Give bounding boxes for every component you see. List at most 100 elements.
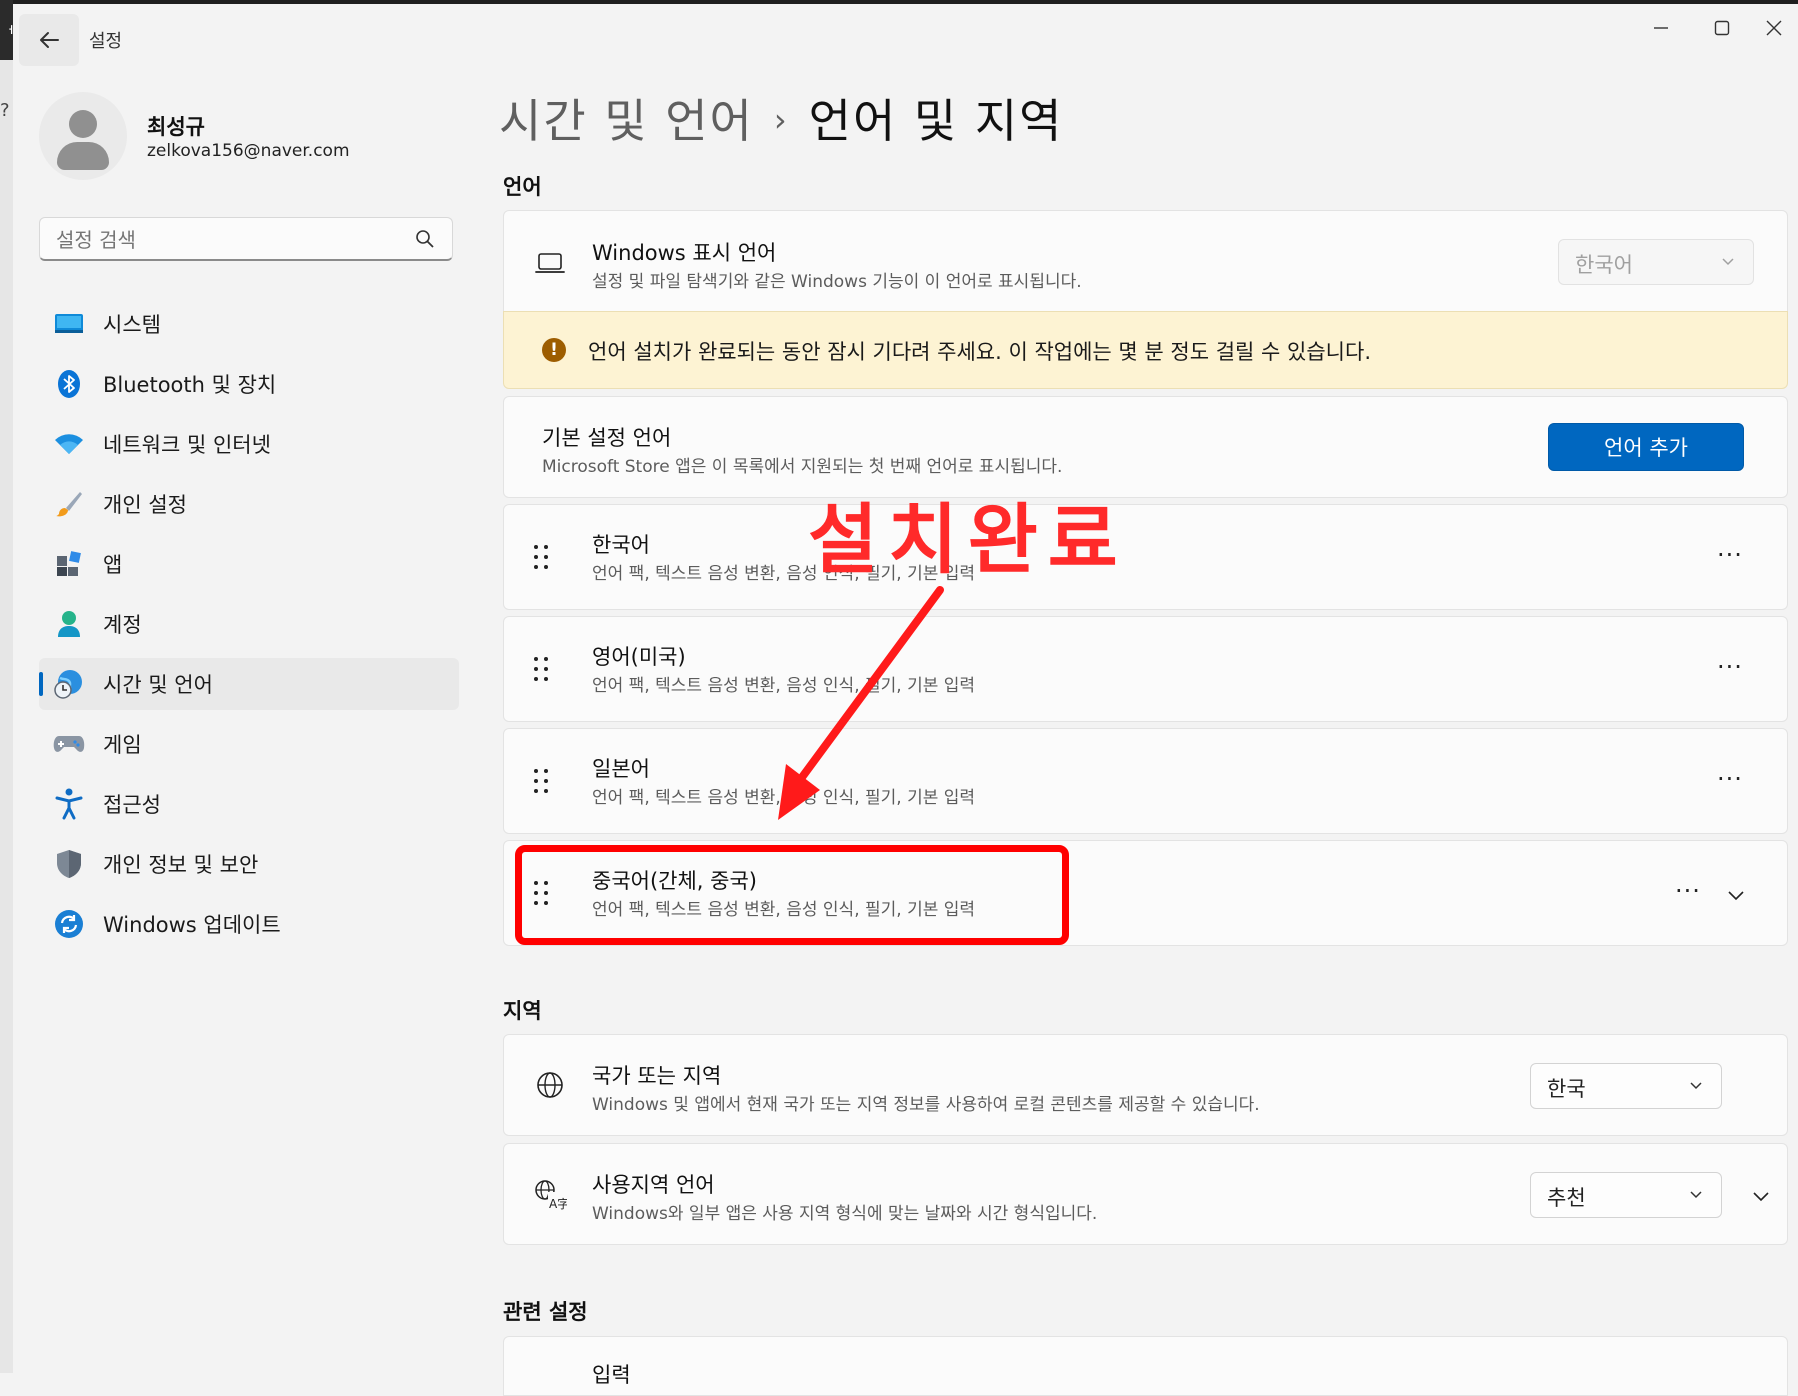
user-name: 최성규 <box>147 115 205 139</box>
preferred-languages-card: 기본 설정 언어 Microsoft Store 앱은 이 목록에서 지원되는 … <box>503 396 1788 498</box>
add-language-button[interactable]: 언어 추가 <box>1548 423 1744 471</box>
avatar[interactable] <box>39 92 127 180</box>
app-title: 설정 <box>89 31 123 52</box>
chevron-down-icon <box>1722 258 1734 266</box>
regional-format-title: 사용지역 언어 <box>592 1173 715 1197</box>
chevron-down-icon <box>1690 1191 1702 1199</box>
warning-text: 언어 설치가 완료되는 동안 잠시 기다려 주세요. 이 작업에는 몇 분 정도… <box>588 340 1372 364</box>
preferred-languages-title: 기본 설정 언어 <box>542 426 672 450</box>
wifi-icon <box>53 428 85 460</box>
language-features: 언어 팩, 텍스트 음성 변환, 음성 인식, 필기, 기본 입력 <box>592 676 976 696</box>
svg-text:A字: A字 <box>549 1196 567 1210</box>
drag-handle-icon[interactable] <box>532 545 552 571</box>
globe-icon <box>532 1067 568 1103</box>
window-top-border <box>13 0 1798 4</box>
brush-icon <box>53 488 85 520</box>
sidebar-nav: 시스템 Bluetooth 및 장치 네트워크 및 인터넷 개인 설정 앱 계정… <box>39 298 459 958</box>
sidebar-item-system[interactable]: 시스템 <box>39 298 459 350</box>
avatar-body <box>57 142 109 170</box>
background-window-glyph-2: ? <box>0 100 10 121</box>
minimize-icon <box>1654 27 1668 29</box>
more-options-button[interactable]: ··· <box>1710 765 1750 795</box>
breadcrumb-parent[interactable]: 시간 및 언어 <box>499 94 754 148</box>
sidebar-item-label: 네트워크 및 인터넷 <box>103 433 271 457</box>
maximize-icon <box>1714 20 1730 36</box>
language-name: 한국어 <box>592 533 650 557</box>
sidebar-item-label: Windows 업데이트 <box>103 913 281 937</box>
avatar-head <box>69 110 97 138</box>
country-region-value: 한국 <box>1547 1077 1586 1101</box>
close-icon <box>1766 20 1782 36</box>
sidebar-item-personalization[interactable]: 개인 설정 <box>39 478 459 530</box>
accessibility-icon <box>53 788 85 820</box>
language-section-heading: 언어 <box>503 175 542 199</box>
sidebar-item-label: 개인 정보 및 보안 <box>103 853 259 877</box>
region-section-heading: 지역 <box>503 999 542 1023</box>
settings-search[interactable] <box>39 217 453 261</box>
search-icon[interactable] <box>414 228 436 250</box>
sidebar-item-accounts[interactable]: 계정 <box>39 598 459 650</box>
display-language-title: Windows 표시 언어 <box>592 241 777 265</box>
drag-handle-icon[interactable] <box>532 769 552 795</box>
related-setting-typing[interactable]: 입력 <box>503 1336 1788 1396</box>
apps-icon <box>53 548 85 580</box>
sidebar-item-network[interactable]: 네트워크 및 인터넷 <box>39 418 459 470</box>
sidebar-item-privacy[interactable]: 개인 정보 및 보안 <box>39 838 459 890</box>
bluetooth-icon <box>53 368 85 400</box>
drag-handle-icon[interactable] <box>532 657 552 683</box>
more-options-button[interactable]: ··· <box>1668 877 1708 907</box>
language-features: 언어 팩, 텍스트 음성 변환, 음성 인식, 필기, 기본 입력 <box>592 788 976 808</box>
display-language-description: 설정 및 파일 탐색기와 같은 Windows 기능이 이 언어로 표시됩니다. <box>592 272 1082 292</box>
search-input[interactable] <box>54 227 398 253</box>
sidebar-item-apps[interactable]: 앱 <box>39 538 459 590</box>
sidebar-item-bluetooth[interactable]: Bluetooth 및 장치 <box>39 358 459 410</box>
country-region-dropdown[interactable]: 한국 <box>1530 1063 1722 1109</box>
chevron-down-icon[interactable] <box>1726 885 1746 905</box>
more-options-button[interactable]: ··· <box>1710 653 1750 683</box>
sidebar-item-label: Bluetooth 및 장치 <box>103 373 277 397</box>
chevron-down-icon <box>1690 1082 1702 1090</box>
country-region-title: 국가 또는 지역 <box>592 1064 722 1088</box>
regional-format-card[interactable]: A字 사용지역 언어 Windows와 일부 앱은 사용 지역 형식에 맞는 날… <box>503 1143 1788 1245</box>
sidebar-item-gaming[interactable]: 게임 <box>39 718 459 770</box>
sidebar-item-accessibility[interactable]: 접근성 <box>39 778 459 830</box>
display-language-dropdown[interactable]: 한국어 <box>1558 239 1754 285</box>
update-icon <box>53 908 85 940</box>
highlight-box <box>515 845 1069 945</box>
background-window-strip: ᅦ ? <box>0 0 17 1373</box>
active-indicator <box>39 672 43 696</box>
chevron-down-icon[interactable] <box>1751 1186 1771 1206</box>
display-language-card: Windows 표시 언어 설정 및 파일 탐색기와 같은 Windows 기능… <box>503 210 1788 312</box>
language-item-korean[interactable]: 한국어 언어 팩, 텍스트 음성 변환, 음성 인식, 필기, 기본 입력 ··… <box>503 504 1788 610</box>
minimize-button[interactable] <box>1638 10 1684 46</box>
sidebar-item-windows-update[interactable]: Windows 업데이트 <box>39 898 459 950</box>
sidebar-item-label: 시간 및 언어 <box>103 673 213 697</box>
back-button[interactable] <box>19 14 79 66</box>
arrow-left-icon <box>40 32 59 48</box>
country-region-description: Windows 및 앱에서 현재 국가 또는 지역 정보를 사용하여 로컬 콘텐… <box>592 1095 1260 1115</box>
language-item-japanese[interactable]: 일본어 언어 팩, 텍스트 음성 변환, 음성 인식, 필기, 기본 입력 ··… <box>503 728 1788 834</box>
regional-format-dropdown[interactable]: 추천 <box>1530 1172 1722 1218</box>
sidebar-item-label: 계정 <box>103 613 142 637</box>
preferred-languages-description: Microsoft Store 앱은 이 목록에서 지원되는 첫 번째 언어로 … <box>542 457 1063 477</box>
user-email: zelkova156@naver.com <box>147 141 350 161</box>
warning-icon: ! <box>542 338 566 362</box>
sidebar-item-label: 시스템 <box>103 313 161 337</box>
maximize-button[interactable] <box>1699 10 1745 46</box>
display-language-value: 한국어 <box>1575 253 1633 277</box>
breadcrumb: 시간 및 언어 › 언어 및 지역 <box>499 85 1064 151</box>
person-icon <box>53 608 85 640</box>
globe-clock-icon <box>53 668 85 700</box>
regional-format-value: 추천 <box>1547 1186 1586 1210</box>
more-options-button[interactable]: ··· <box>1710 541 1750 571</box>
language-name: 영어(미국) <box>592 645 686 669</box>
sidebar-item-label: 게임 <box>103 733 142 757</box>
language-item-english-us[interactable]: 영어(미국) 언어 팩, 텍스트 음성 변환, 음성 인식, 필기, 기본 입력… <box>503 616 1788 722</box>
monitor-icon <box>53 308 85 340</box>
language-name: 일본어 <box>592 757 650 781</box>
country-region-card: 국가 또는 지역 Windows 및 앱에서 현재 국가 또는 지역 정보를 사… <box>503 1034 1788 1136</box>
page-title: 언어 및 지역 <box>808 94 1064 148</box>
sidebar-item-time-language[interactable]: 시간 및 언어 <box>39 658 459 710</box>
close-button[interactable] <box>1751 10 1797 46</box>
language-format-icon: A字 <box>532 1176 568 1212</box>
